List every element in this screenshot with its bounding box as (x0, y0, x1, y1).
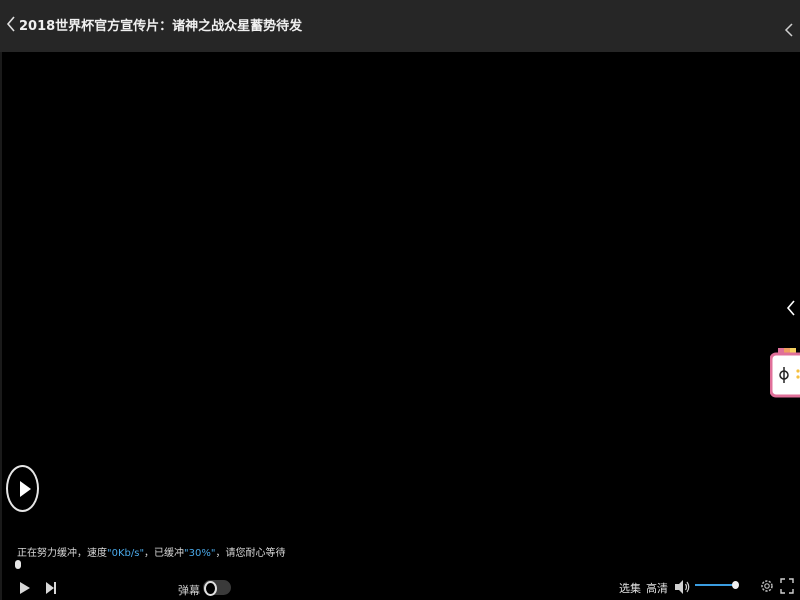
play-icon[interactable] (18, 580, 32, 596)
big-play-button[interactable] (6, 465, 39, 512)
danmu-label: 弹幕 (178, 584, 200, 597)
side-panel-chevron-icon[interactable] (786, 299, 796, 317)
buffering-percent: "30%" (184, 548, 216, 559)
floating-widget-icon[interactable] (770, 346, 800, 398)
volume-knob[interactable] (732, 581, 739, 589)
danmu-toggle-knob (204, 581, 217, 596)
buffering-speed: "0Kb/s" (107, 548, 145, 559)
volume-icon[interactable] (673, 578, 691, 596)
progress-knob[interactable] (15, 560, 21, 569)
buffering-suffix: ，请您耐心等待 (215, 548, 286, 559)
progress-bar[interactable] (15, 560, 800, 569)
buffering-prefix: 正在努力缓冲，速度 (17, 548, 107, 559)
danmu-toggle[interactable] (203, 580, 231, 596)
play-icon (20, 481, 31, 497)
buffering-middle: ，已缓冲 (144, 548, 185, 559)
gear-icon[interactable] (759, 577, 775, 595)
select-episode-button[interactable]: 选集 (619, 580, 641, 596)
volume-fill (695, 584, 735, 586)
next-icon[interactable] (44, 580, 58, 596)
left-edge-divider (0, 52, 2, 600)
video-player[interactable]: 2018世界杯官方宣传片：诸神之战众星蓄势待发 正在努力缓冲，速度"0Kb/s"… (0, 0, 800, 600)
fullscreen-icon[interactable] (780, 578, 794, 594)
video-title: 2018世界杯官方宣传片：诸神之战众星蓄势待发 (19, 19, 303, 34)
volume-slider[interactable] (695, 581, 739, 589)
buffering-status: 正在努力缓冲，速度"0Kb/s"，已缓冲"30%"，请您耐心等待 (17, 544, 285, 559)
back-chevron-icon[interactable] (4, 14, 18, 34)
title-bar: 2018世界杯官方宣传片：诸神之战众星蓄势待发 (0, 0, 800, 52)
quality-button[interactable]: 高清 (646, 580, 668, 596)
top-right-chevron-icon[interactable] (784, 22, 794, 38)
